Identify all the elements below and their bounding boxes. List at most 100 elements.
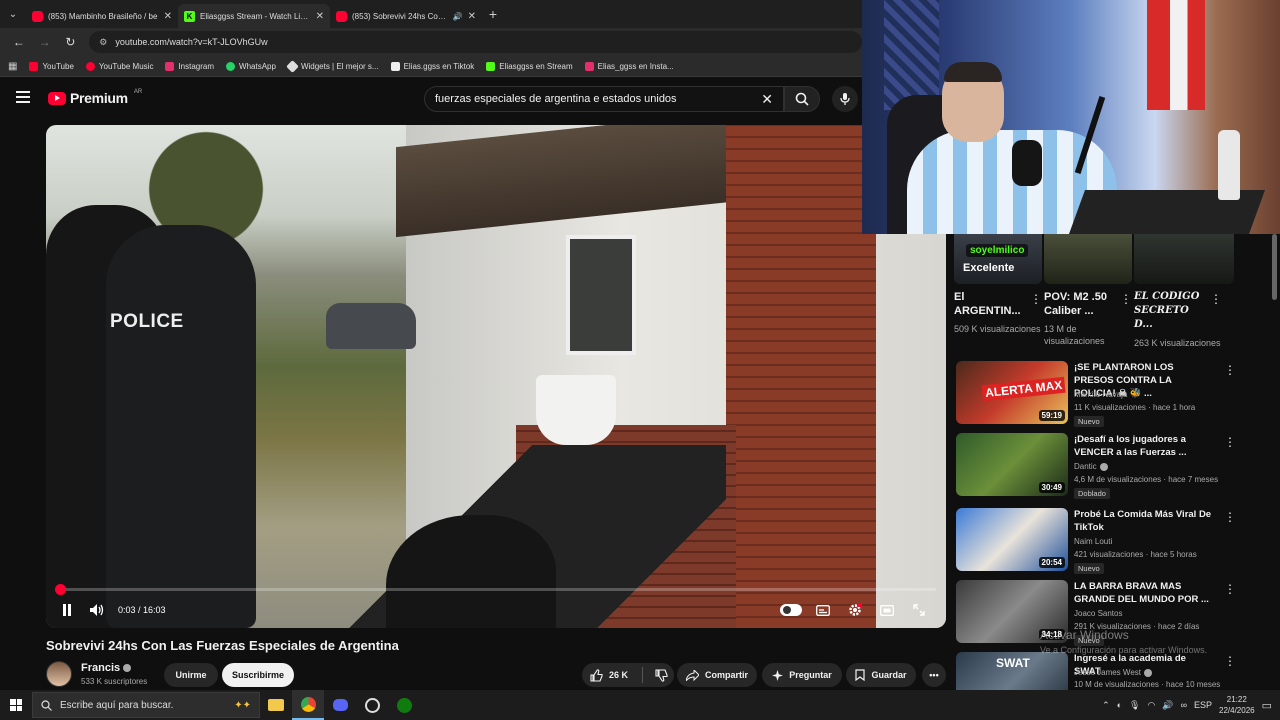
thumbs-down-icon[interactable] <box>655 668 668 682</box>
video-thumbnail[interactable]: SWAT <box>956 652 1068 690</box>
microphone-icon[interactable]: 🎙 <box>1129 700 1140 711</box>
ask-button[interactable]: Preguntar <box>762 663 842 687</box>
link-icon[interactable]: ∞ <box>1181 700 1187 710</box>
volume-button[interactable] <box>82 595 112 625</box>
more-vertical-icon[interactable]: ⋮ <box>1030 292 1042 306</box>
bookmark-item[interactable]: YouTube <box>29 61 74 71</box>
more-vertical-icon[interactable]: ⋮ <box>1224 582 1236 596</box>
more-vertical-icon[interactable]: ⋮ <box>1224 510 1236 524</box>
settings-button[interactable] <box>840 595 870 625</box>
more-vertical-icon[interactable]: ⋮ <box>1224 435 1236 449</box>
short-card[interactable]: POV: M2 .50 Caliber ... 13 M de visualiz… <box>1044 290 1134 349</box>
start-button[interactable] <box>0 690 32 720</box>
search-input[interactable]: fuerzas especiales de argentina e estado… <box>424 86 784 112</box>
kick-icon <box>486 61 496 71</box>
network-icon[interactable]: ◐ <box>1117 700 1122 710</box>
short-thumbnail[interactable] <box>1044 234 1132 284</box>
recommended-video[interactable]: 20:54 Probé La Comida Más Viral De TikTo… <box>956 508 1276 574</box>
speaker-icon[interactable]: 🔊 <box>1162 700 1173 711</box>
fullscreen-button[interactable] <box>904 595 934 625</box>
taskbar-obs[interactable] <box>356 690 388 720</box>
more-vertical-icon[interactable]: ⋮ <box>1210 292 1222 306</box>
join-button[interactable]: Unirme <box>164 663 218 687</box>
bookmark-label: Elias.ggss en Tiktok <box>403 61 475 71</box>
bookmark-item[interactable]: Eliasggss en Stream <box>486 61 573 71</box>
bookmark-label: YouTube Music <box>98 61 154 71</box>
taskbar-clock[interactable]: 21:22 22/4/2026 <box>1219 694 1255 716</box>
taskbar-file-explorer[interactable] <box>260 690 292 720</box>
sidebar-scrollbar[interactable] <box>1272 234 1277 300</box>
video-thumbnail[interactable]: 20:54 <box>956 508 1068 571</box>
pause-button[interactable] <box>52 595 82 625</box>
more-vertical-icon[interactable]: ⋮ <box>1120 292 1132 306</box>
short-card[interactable]: EL CODIGO SECRETO D... 263 K visualizaci… <box>1134 290 1224 349</box>
tab-list-chevron-icon[interactable]: ⌄ <box>0 0 26 28</box>
subtitles-button[interactable] <box>808 595 838 625</box>
video-thumbnail[interactable]: ALERTA MAX 59:19 <box>956 361 1068 424</box>
progress-scrubber-handle[interactable] <box>55 584 66 595</box>
recommended-video[interactable]: SWAT Ingresé a la academia de SWAT Jesse… <box>956 652 1276 690</box>
hamburger-menu-icon[interactable] <box>16 91 30 103</box>
channel-name-row[interactable]: Francis <box>81 662 132 674</box>
bookmark-label: Instagram <box>178 61 215 71</box>
forward-arrow-icon[interactable]: → <box>32 35 58 49</box>
wifi-icon[interactable]: ◠ <box>1147 700 1155 711</box>
bookmark-item[interactable]: WhatsApp <box>226 61 276 71</box>
taskbar-search-input[interactable]: Escribe aquí para buscar. ✦✦ <box>32 692 260 718</box>
recommended-video[interactable]: ALERTA MAX 59:19 ¡SE PLANTARON LOS PRESO… <box>956 361 1276 427</box>
site-info-icon[interactable]: ⚙ <box>99 37 107 48</box>
more-vertical-icon[interactable]: ⋮ <box>1224 363 1236 377</box>
short-card[interactable]: El ARGENTIN... 509 K visualizaciones ⋮ <box>954 290 1044 349</box>
bookmark-item[interactable]: Widgets | El mejor s... <box>286 59 379 73</box>
search-icon <box>795 92 809 106</box>
more-actions-button[interactable]: ••• <box>922 663 946 687</box>
video-meta: 11 K visualizaciones · hace 1 hora <box>1074 403 1196 412</box>
autoplay-toggle[interactable] <box>776 595 806 625</box>
recommended-video[interactable]: 30:49 ¡Desafí a los jugadores a VENCER a… <box>956 433 1276 499</box>
subscribe-button[interactable]: Suscribirme <box>222 663 294 687</box>
short-thumbnail[interactable] <box>1134 234 1234 284</box>
search-button[interactable] <box>784 86 820 112</box>
bookmark-item[interactable]: Elias_ggss en Insta... <box>584 61 674 71</box>
browser-tab[interactable]: (853) Sobrevivi 24hs Con La 🔊 ✕ <box>330 4 482 28</box>
video-progress-bar[interactable] <box>55 584 936 595</box>
video-thumbnail[interactable]: 30:49 <box>956 433 1068 496</box>
video-player[interactable]: POLICE 0:03 / 16:03 <box>46 125 946 628</box>
back-arrow-icon[interactable]: ← <box>6 35 32 49</box>
youtube-premium-logo[interactable]: Premium AR <box>48 89 142 106</box>
thumbnail-overlay-text: SWAT <box>996 656 1030 670</box>
bookmark-item[interactable]: Elias.ggss en Tiktok <box>390 61 475 71</box>
browser-tab-active[interactable]: K Eliasggss Stream - Watch Live o ✕ <box>178 4 330 28</box>
new-tab-plus-icon[interactable]: + <box>482 6 504 22</box>
channel-name: Joaco Santos <box>1074 609 1123 618</box>
like-count[interactable]: 26 K <box>609 670 628 680</box>
browser-tab[interactable]: (853) Mambinho Brasileño / be ✕ <box>26 4 178 28</box>
voice-search-button[interactable] <box>832 86 858 112</box>
notifications-icon[interactable]: ▭ <box>1262 699 1272 712</box>
video-duration: 30:49 <box>1038 482 1065 493</box>
taskbar-discord[interactable] <box>324 690 356 720</box>
share-button[interactable]: Compartir <box>677 663 757 687</box>
clear-search-icon[interactable]: ✕ <box>761 91 773 108</box>
thumbs-up-icon[interactable] <box>590 668 603 682</box>
theater-mode-button[interactable] <box>872 595 902 625</box>
bookmark-item[interactable]: Instagram <box>165 61 215 71</box>
speaker-icon[interactable]: 🔊 <box>453 12 463 21</box>
channel-name-row: Dantic <box>1074 462 1108 471</box>
close-icon[interactable]: ✕ <box>164 11 172 22</box>
close-icon[interactable]: ✕ <box>468 11 476 22</box>
reload-icon[interactable]: ↻ <box>58 35 84 49</box>
short-thumbnail[interactable] <box>954 234 1042 284</box>
taskbar-xbox[interactable] <box>388 690 420 720</box>
url-field[interactable]: ⚙ youtube.com/watch?v=kT-JLOVhGUw <box>89 31 862 53</box>
taskbar-chrome[interactable] <box>292 690 324 720</box>
bookmark-item[interactable]: YouTube Music <box>85 61 154 71</box>
language-indicator[interactable]: ESP <box>1194 700 1212 710</box>
close-icon[interactable]: ✕ <box>316 11 324 22</box>
channel-avatar[interactable] <box>46 661 72 687</box>
windows-taskbar: Escribe aquí para buscar. ✦✦ ⌃ ◐ 🎙 ◠ 🔊 ∞… <box>0 690 1280 720</box>
apps-grid-icon[interactable]: ▦ <box>8 61 17 72</box>
save-button[interactable]: Guardar <box>846 663 916 687</box>
chevron-up-icon[interactable]: ⌃ <box>1102 700 1110 711</box>
more-vertical-icon[interactable]: ⋮ <box>1224 654 1236 668</box>
